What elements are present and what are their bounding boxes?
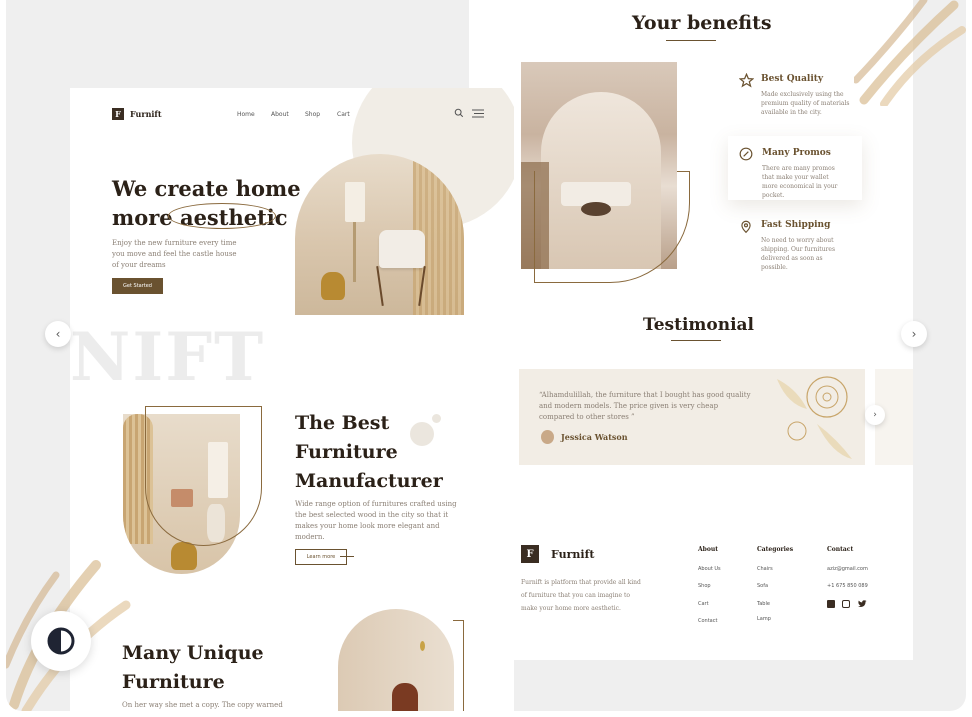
footer-link-sofa[interactable]: Sofa (757, 583, 768, 589)
footer-contact-title: Contact (827, 546, 854, 553)
percent-icon (739, 147, 753, 161)
left-page-preview: F Furnift Home About Shop Cart We create… (70, 88, 514, 711)
instagram-icon[interactable] (842, 600, 850, 608)
learn-more-arrow-icon (340, 556, 354, 557)
best-desc: Wide range option of furnitures crafted … (295, 500, 457, 541)
lamps-outline (145, 406, 262, 546)
best-title: The Best Furniture Manufacturer (295, 409, 443, 496)
best-title-line2: Furniture (295, 441, 398, 463)
benefit-title-quality: Best Quality (761, 74, 824, 84)
best-title-line3: Manufacturer (295, 470, 443, 492)
carousel-prev-button[interactable]: ‹ (45, 321, 71, 347)
nav-cart[interactable]: Cart (337, 111, 350, 118)
carousel-next-button[interactable]: › (901, 321, 927, 347)
pampas-decoration-top (854, 0, 966, 106)
rose-illustration (777, 376, 852, 459)
benefit-title-promos: Many Promos (762, 148, 831, 158)
benefit-card-promos: Many Promos There are many promos that m… (728, 136, 862, 200)
benefit-desc-promos: There are many promos that make your wal… (762, 165, 838, 199)
benefits-title: Your benefits (632, 12, 772, 34)
unique-title: Many Unique Furniture (122, 639, 264, 697)
footer-link-lamp[interactable]: Lamp (757, 616, 771, 622)
benefit-desc-quality: Made exclusively using the premium quali… (761, 91, 850, 116)
hero-title-line1: We create home (112, 176, 301, 201)
best-title-line1: The Best (295, 412, 390, 434)
logo-icon: F (112, 108, 124, 120)
brand-name: Furnift (130, 109, 162, 119)
benefits-underline (666, 40, 716, 41)
location-pin-icon (741, 220, 751, 234)
testimonial-underline (671, 340, 721, 341)
unique-title-line1: Many Unique (122, 642, 264, 664)
footer-link-table[interactable]: Table (757, 601, 770, 607)
footer-phone[interactable]: +1 675 850 089 (827, 583, 868, 589)
hero-chair-photo (295, 154, 464, 315)
unique-title-line2: Furniture (122, 671, 225, 693)
nav-shop[interactable]: Shop (305, 111, 320, 118)
testimonial-title: Testimonial (643, 315, 755, 335)
footer-logo-icon: F (521, 545, 539, 563)
footer-categories-title: Categories (757, 546, 794, 553)
benefit-desc-shipping: No need to worry about shipping. Our fur… (761, 237, 836, 271)
testimonial-next-button[interactable]: › (865, 405, 885, 425)
footer-desc: Furnift is platform that provide all kin… (521, 579, 641, 612)
get-started-button[interactable]: Get Started (112, 278, 163, 294)
footer-about-title: About (698, 546, 718, 553)
contrast-icon (47, 627, 75, 655)
testimonial-card: “Alhamdulillah, the furniture that I bou… (519, 369, 865, 465)
twitter-icon[interactable] (858, 600, 867, 608)
theme-toggle-button[interactable] (31, 611, 91, 671)
benefit-title-shipping: Fast Shipping (761, 220, 831, 230)
footer-brand[interactable]: F Furnift (521, 545, 594, 563)
menu-icon[interactable] (472, 109, 484, 118)
learn-more-button[interactable]: Learn more (295, 549, 347, 565)
unique-desc: On her way she met a copy. The copy warn… (122, 701, 283, 709)
right-page-preview: Your benefits Best Quality Made exclusiv… (469, 0, 913, 660)
hero-desc: Enjoy the new furniture every time you m… (112, 239, 237, 269)
star-icon (739, 73, 754, 88)
search-icon[interactable] (454, 108, 464, 118)
facebook-icon[interactable] (827, 600, 835, 608)
testimonial-author: Jessica Watson (561, 432, 628, 442)
footer-brand-name: Furnift (551, 547, 595, 561)
testimonial-quote: “Alhamdulillah, the furniture that I bou… (539, 391, 751, 421)
highlight-oval (168, 203, 276, 229)
watermark-text: NIFT (70, 318, 266, 396)
header-brand[interactable]: F Furnift (112, 108, 162, 120)
showcase-frame: Your benefits Best Quality Made exclusiv… (6, 0, 966, 711)
avatar (541, 430, 554, 444)
footer-link-shop[interactable]: Shop (698, 583, 711, 589)
footer-link-contact[interactable]: Contact (698, 618, 717, 624)
footer-link-cart[interactable]: Cart (698, 601, 709, 607)
chair-photo-2 (338, 609, 454, 711)
footer-link-about-us[interactable]: About Us (698, 566, 721, 572)
footer-email[interactable]: aziz@gmail.com (827, 566, 868, 572)
footer-link-chairs[interactable]: Chairs (757, 566, 773, 572)
nav-about[interactable]: About (271, 111, 289, 118)
chair-photo-2-outline (453, 620, 464, 711)
nav-home[interactable]: Home (237, 111, 255, 118)
